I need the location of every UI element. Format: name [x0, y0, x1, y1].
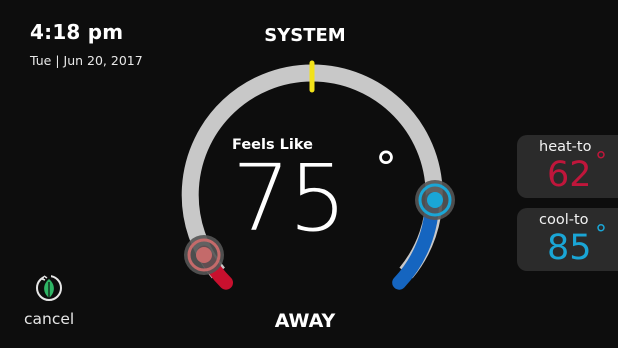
- heat-to-card[interactable]: heat-to 62 °: [517, 135, 618, 198]
- cool-to-degree: °: [595, 220, 607, 248]
- heat-to-value: 62: [547, 155, 592, 195]
- cool-to-value: 85: [547, 228, 592, 268]
- current-temperature: 75: [232, 145, 347, 252]
- heat-to-degree: °: [595, 147, 607, 175]
- away-mode-button[interactable]: AWAY: [0, 310, 614, 332]
- thermostat-screen: 4:18 pm Tue | Jun 20, 2017 SYSTEM Feels …: [0, 0, 618, 348]
- cool-to-card[interactable]: cool-to 85 °: [517, 208, 618, 271]
- cancel-button[interactable]: cancel: [20, 270, 84, 332]
- cool-setpoint-handle[interactable]: [415, 180, 455, 220]
- leaf-icon: [36, 274, 62, 301]
- current-temp-degree: °: [375, 143, 397, 194]
- cancel-label: cancel: [24, 310, 75, 328]
- heat-setpoint-handle[interactable]: [184, 235, 224, 275]
